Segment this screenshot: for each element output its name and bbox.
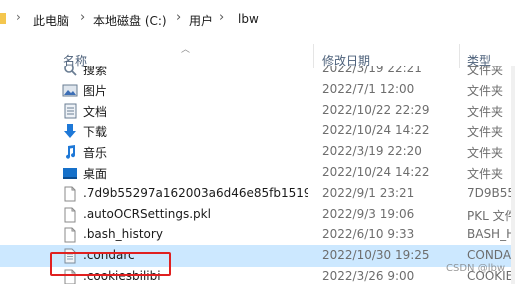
- chevron-right-icon[interactable]: ›: [80, 10, 85, 25]
- file-name: 音乐: [83, 146, 108, 161]
- column-header: ︿ 名称 修改日期 类型: [0, 36, 515, 68]
- file-type: CONDAR: [467, 248, 515, 263]
- chevron-right-icon[interactable]: ›: [176, 10, 181, 25]
- file-name: .autoOCRSettings.pkl: [83, 206, 211, 221]
- file-modified-date: 2022/10/22 22:29: [322, 102, 430, 117]
- file-type: 7D9B55: [467, 185, 515, 200]
- file-type: 文件夹: [467, 125, 504, 140]
- folder-icon: [0, 13, 6, 24]
- file-modified-date: 2022/7/1 12:00: [322, 81, 415, 96]
- file-modified-date: 2022/9/1 23:21: [322, 185, 415, 200]
- file-icon: [64, 227, 76, 243]
- file-type: 文件夹: [467, 66, 504, 77]
- file-modified-date: 2022/10/30 19:25: [322, 248, 430, 263]
- search-icon: [64, 66, 77, 76]
- file-row[interactable]: 桌面 2022/10/24 14:22 文件夹: [0, 162, 515, 184]
- chevron-right-icon[interactable]: ›: [219, 10, 224, 25]
- breadcrumb-local-disk[interactable]: 本地磁盘 (C:): [93, 12, 167, 29]
- file-type: 文件夹: [467, 167, 504, 181]
- sort-up-icon: ︿: [181, 45, 191, 55]
- file-icon: [64, 186, 76, 202]
- file-name: 图片: [83, 83, 108, 98]
- file-name: 桌面: [83, 167, 108, 181]
- file-modified-date: 2022/10/24 14:22: [322, 123, 430, 138]
- breadcrumb-users[interactable]: 用户: [189, 12, 213, 29]
- file-modified-date: 2022/3/19 22:20: [322, 144, 422, 159]
- file-row[interactable]: 图片 2022/7/1 12:00 文件夹: [0, 79, 515, 101]
- file-row[interactable]: 音乐 2022/3/19 22:20 文件夹: [0, 141, 515, 163]
- file-row[interactable]: 下载 2022/10/24 14:22 文件夹: [0, 120, 515, 142]
- file-modified-date: 2022/9/3 19:06: [322, 206, 415, 221]
- file-name: 搜索: [83, 66, 108, 77]
- breadcrumb-lbw[interactable]: lbw: [238, 12, 259, 26]
- file-row[interactable]: 文档 2022/10/22 22:29 文件夹: [0, 100, 515, 122]
- file-modified-date: 2022/3/26 9:00: [322, 269, 415, 283]
- file-modified-date: 2022/6/10 9:33: [322, 227, 415, 242]
- breadcrumb-this-pc[interactable]: 此电脑: [33, 12, 69, 29]
- column-divider[interactable]: [459, 44, 460, 68]
- file-name: 文档: [83, 104, 108, 119]
- file-type: 文件夹: [467, 104, 504, 119]
- file-icon: [64, 207, 76, 223]
- file-row[interactable]: .bash_history 2022/6/10 9:33 BASH_HI: [0, 224, 515, 246]
- file-name: .7d9b55297a162003a6d46e85fb1519...: [83, 185, 308, 200]
- column-divider[interactable]: [313, 44, 314, 68]
- file-name: .bash_history: [83, 227, 163, 242]
- downloads-folder-icon: [64, 124, 76, 139]
- documents-folder-icon: [64, 103, 77, 119]
- file-type: 文件夹: [467, 83, 504, 98]
- chevron-right-icon: ›: [16, 10, 21, 24]
- watermark: CSDN @lbw: [446, 263, 505, 274]
- scrollbar[interactable]: [511, 66, 515, 284]
- pictures-folder-icon: [62, 84, 78, 97]
- highlight-box: [50, 252, 171, 276]
- music-folder-icon: [66, 145, 76, 159]
- file-type: 文件夹: [467, 146, 504, 161]
- desktop-folder-icon: [63, 168, 77, 179]
- address-bar[interactable]: › 此电脑 › 本地磁盘 (C:) › 用户 › lbw: [0, 0, 515, 37]
- file-row[interactable]: .7d9b55297a162003a6d46e85fb1519... 2022/9…: [0, 183, 515, 205]
- file-modified-date: 2022/10/24 14:22: [322, 165, 430, 179]
- file-name: 下载: [83, 125, 108, 140]
- file-modified-date: 2022/3/19 22:21: [322, 66, 422, 75]
- file-type: PKL 文件: [467, 208, 515, 223]
- file-type: BASH_HI: [467, 227, 515, 242]
- file-row[interactable]: .autoOCRSettings.pkl 2022/9/3 19:06 PKL 文件: [0, 204, 515, 226]
